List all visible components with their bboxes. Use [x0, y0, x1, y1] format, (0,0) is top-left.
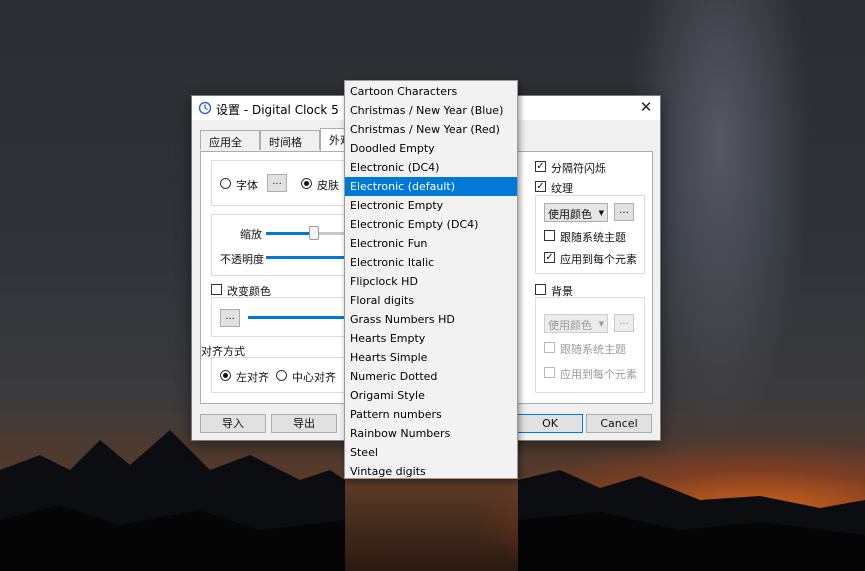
background-checkbox[interactable] — [535, 284, 546, 295]
skin-option[interactable]: Hearts Simple — [345, 348, 517, 367]
texture-group: 使用颜色 ▼ ... 跟随系统主题 ✓ 应用到每个元素 — [535, 195, 645, 274]
skin-option[interactable]: Vintage digits — [345, 462, 517, 481]
align-center-label: 中心对齐 — [292, 371, 336, 384]
background-combo[interactable]: 使用颜色 ▼ — [544, 314, 608, 333]
ellipsis-text: ... — [225, 311, 235, 322]
zoom-label: 缩放 — [240, 228, 262, 241]
skin-label: 皮肤 — [317, 179, 339, 192]
font-label: 字体 — [236, 179, 258, 192]
font-picker-button[interactable]: ... — [267, 174, 287, 192]
opacity-label: 不透明度 — [220, 253, 264, 266]
skin-option[interactable]: Doodled Empty — [345, 139, 517, 158]
color-slider[interactable] — [248, 316, 352, 319]
apply-each-label: 应用到每个元素 — [560, 253, 637, 266]
skin-option[interactable]: Electronic Fun — [345, 234, 517, 253]
separator-blink-label: 分隔符闪烁 — [551, 162, 606, 175]
texture-label: 纹理 — [551, 182, 573, 195]
dialog-title: 设置 - Digital Clock 5 — [216, 103, 339, 117]
change-color-checkbox[interactable] — [211, 284, 222, 295]
ellipsis-text: ... — [619, 316, 629, 327]
align-group: 左对齐 中心对齐 — [211, 357, 351, 393]
skin-radio[interactable] — [301, 178, 312, 189]
bg-follow-theme-label: 跟随系统主题 — [560, 343, 626, 356]
follow-theme-checkbox[interactable] — [544, 230, 555, 241]
skin-option[interactable]: Origami Style — [345, 386, 517, 405]
skin-option[interactable]: Electronic Italic — [345, 253, 517, 272]
color-picker-button[interactable]: ... — [220, 309, 240, 327]
texture-combo[interactable]: 使用颜色 ▼ — [544, 203, 608, 222]
close-icon: ✕ — [639, 98, 653, 116]
skin-option[interactable]: Floral digits — [345, 291, 517, 310]
tab-app-global[interactable]: 应用全局 — [200, 130, 260, 165]
texture-picker-button[interactable]: ... — [614, 203, 634, 221]
skin-option[interactable]: Christmas / New Year (Blue) — [345, 101, 517, 120]
button-label: OK — [542, 417, 558, 430]
bg-follow-theme-checkbox[interactable] — [544, 342, 555, 353]
skin-option[interactable]: Christmas / New Year (Red) — [345, 120, 517, 139]
skin-option[interactable]: Grass Numbers HD — [345, 310, 517, 329]
opacity-slider[interactable] — [266, 256, 352, 259]
bg-apply-each-label: 应用到每个元素 — [560, 368, 637, 381]
separator-blink-checkbox[interactable]: ✓ — [535, 161, 546, 172]
close-button[interactable]: ✕ — [632, 96, 660, 120]
chevron-down-icon: ▼ — [598, 209, 604, 217]
zoom-opacity-group: 缩放 不透明度 — [211, 214, 352, 276]
align-left-label: 左对齐 — [236, 371, 269, 384]
apply-each-checkbox[interactable]: ✓ — [544, 252, 555, 263]
background-picker-button[interactable]: ... — [614, 314, 634, 332]
texture-checkbox[interactable]: ✓ — [535, 181, 546, 192]
background-group: 使用颜色 ▼ ... 跟随系统主题 应用到每个元素 — [535, 297, 645, 393]
align-left-radio[interactable] — [220, 370, 231, 381]
import-button[interactable]: 导入 — [200, 414, 266, 433]
skin-option[interactable]: Flipclock HD — [345, 272, 517, 291]
skin-option[interactable]: Pattern numbers — [345, 405, 517, 424]
ellipsis-text: ... — [272, 176, 282, 187]
button-label: Cancel — [600, 417, 638, 430]
button-label: 导入 — [222, 417, 244, 430]
align-center-radio[interactable] — [276, 370, 287, 381]
chevron-down-icon: ▼ — [598, 320, 604, 328]
combo-value: 使用颜色 — [548, 208, 592, 221]
export-button[interactable]: 导出 — [271, 414, 337, 433]
cancel-button[interactable]: Cancel — [586, 414, 652, 433]
ellipsis-text: ... — [619, 205, 629, 216]
skin-option[interactable]: Hearts Empty — [345, 329, 517, 348]
skin-option[interactable]: Electronic Empty — [345, 196, 517, 215]
skin-option[interactable]: Electronic Empty (DC4) — [345, 215, 517, 234]
zoom-slider-fill — [266, 232, 310, 235]
zoom-slider-thumb[interactable] — [309, 226, 319, 240]
tab-time-format[interactable]: 时间格式 — [260, 130, 320, 165]
font-skin-group: 字体 ... 皮肤 — [211, 160, 351, 206]
ok-button[interactable]: OK — [517, 414, 583, 433]
combo-value: 使用颜色 — [548, 319, 592, 332]
button-label: 导出 — [293, 417, 315, 430]
skin-option[interactable]: Numeric Dotted — [345, 367, 517, 386]
bg-apply-each-checkbox[interactable] — [544, 367, 555, 378]
clock-icon — [198, 101, 212, 115]
skin-dropdown-list[interactable]: Cartoon Characters Christmas / New Year … — [344, 80, 518, 479]
skin-option[interactable]: Steel — [345, 443, 517, 462]
skin-option[interactable]: Cartoon Characters — [345, 82, 517, 101]
font-radio[interactable] — [220, 178, 231, 189]
skin-option-selected[interactable]: Electronic (default) — [345, 177, 517, 196]
color-group: ... — [211, 297, 352, 337]
skin-option[interactable]: Electronic (DC4) — [345, 158, 517, 177]
follow-theme-label: 跟随系统主题 — [560, 231, 626, 244]
skin-option[interactable]: Rainbow Numbers — [345, 424, 517, 443]
